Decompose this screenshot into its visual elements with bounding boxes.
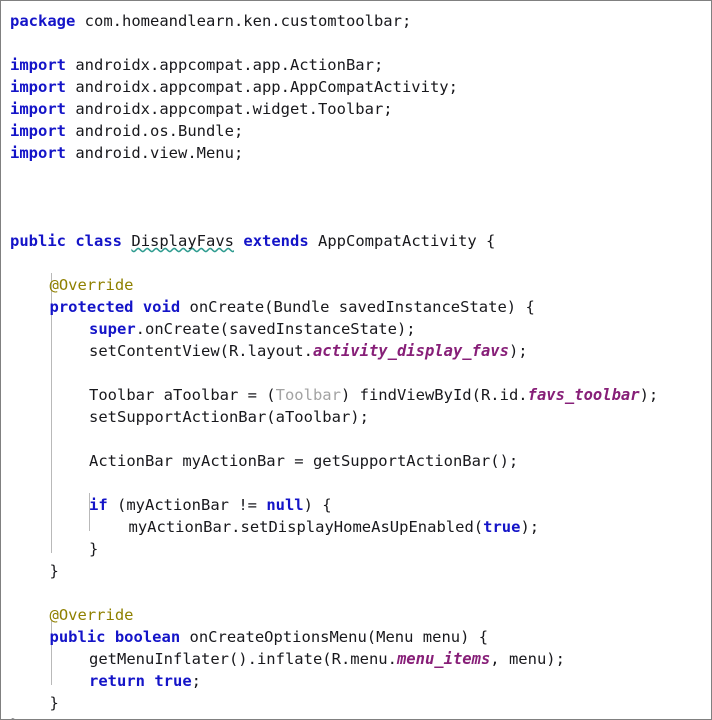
code-line[interactable]: super.onCreate(savedInstanceState);: [1, 318, 711, 340]
code-line[interactable]: }: [1, 560, 711, 582]
code-line[interactable]: [1, 362, 711, 384]
code-token-plain: ActionBar myActionBar = getSupportAction…: [89, 452, 519, 470]
code-token-plain: myActionBar.setDisplayHomeAsUpEnabled(: [128, 518, 484, 536]
code-token-plain: setSupportActionBar(aToolbar);: [89, 408, 369, 426]
code-line[interactable]: import androidx.appcompat.app.AppCompatA…: [1, 76, 711, 98]
code-token-plain: onCreateOptionsMenu(Menu menu) {: [180, 628, 489, 646]
code-token-kw: protected: [49, 298, 134, 316]
code-token-plain: Toolbar aToolbar = (: [89, 386, 276, 404]
code-token-dim: Toolbar: [275, 386, 341, 404]
code-line[interactable]: [1, 32, 711, 54]
code-token-kw: super: [89, 320, 136, 338]
code-token-kw: import: [10, 78, 66, 96]
code-token-plain: ) findViewById(R.id.: [340, 386, 528, 404]
code-token-plain: androidx.appcompat.app.AppCompatActivity…: [66, 78, 458, 96]
code-line[interactable]: }: [1, 714, 711, 719]
code-line[interactable]: getMenuInflater().inflate(R.menu.menu_it…: [1, 648, 711, 670]
code-line[interactable]: [1, 472, 711, 494]
code-token-plain: androidx.appcompat.widget.Toolbar;: [66, 100, 393, 118]
code-surface[interactable]: package com.homeandlearn.ken.customtoolb…: [1, 1, 711, 719]
code-token-res: favs_toolbar: [527, 386, 640, 404]
code-line[interactable]: [1, 164, 711, 186]
code-token-kw: import: [10, 100, 66, 118]
code-token-plain: androidx.appcompat.app.ActionBar;: [66, 56, 384, 74]
code-line[interactable]: setContentView(R.layout.activity_display…: [1, 340, 711, 362]
code-token-plain: }: [49, 562, 59, 580]
code-token-kw: public: [49, 628, 106, 646]
code-line[interactable]: public class DisplayFavs extends AppComp…: [1, 230, 711, 252]
code-token-kw: import: [10, 56, 66, 74]
code-token-plain: (myActionBar !=: [107, 496, 267, 514]
code-token-kw: package: [10, 12, 76, 30]
code-line[interactable]: [1, 186, 711, 208]
code-line[interactable]: [1, 252, 711, 274]
code-line[interactable]: Toolbar aToolbar = (Toolbar) findViewByI…: [1, 384, 711, 406]
code-token-plain: ) {: [303, 496, 332, 514]
code-token-plain: android.view.Menu;: [66, 144, 244, 162]
code-token-plain: setContentView(R.layout.: [89, 342, 313, 360]
code-token-plain: );: [520, 518, 540, 536]
code-line[interactable]: [1, 582, 711, 604]
code-token-kw: boolean: [114, 628, 181, 646]
code-token-kw: true: [483, 518, 521, 536]
code-line[interactable]: import androidx.appcompat.app.ActionBar;: [1, 54, 711, 76]
code-token-plain: );: [639, 386, 659, 404]
code-line[interactable]: protected void onCreate(Bundle savedInst…: [1, 296, 711, 318]
code-token-plain: getMenuInflater().inflate(R.menu.: [89, 650, 397, 668]
code-token-res: activity_display_favs: [312, 342, 509, 360]
code-token-plain: }: [49, 694, 59, 712]
code-token-plain: AppCompatActivity {: [308, 232, 496, 250]
code-token-kw: return: [89, 672, 145, 690]
code-token-kw: import: [10, 122, 66, 140]
code-token-kw: if: [89, 496, 108, 514]
code-line[interactable]: }: [1, 538, 711, 560]
code-line[interactable]: @Override: [1, 274, 711, 296]
code-token-kw: void: [142, 298, 181, 316]
code-line[interactable]: ActionBar myActionBar = getSupportAction…: [1, 450, 711, 472]
code-token-res: menu_items: [396, 650, 491, 668]
code-line[interactable]: }: [1, 692, 711, 714]
code-line[interactable]: import android.os.Bundle;: [1, 120, 711, 142]
code-token-kw: null: [266, 496, 304, 514]
code-token-kw: import: [10, 144, 66, 162]
code-line[interactable]: [1, 208, 711, 230]
code-line[interactable]: return true;: [1, 670, 711, 692]
code-line[interactable]: package com.homeandlearn.ken.customtoolb…: [1, 10, 711, 32]
code-line[interactable]: [1, 428, 711, 450]
code-token-kw: public: [10, 232, 66, 250]
code-line[interactable]: if (myActionBar != null) {: [1, 494, 711, 516]
code-lines-container[interactable]: package com.homeandlearn.ken.customtoolb…: [1, 10, 711, 719]
code-line[interactable]: import android.view.Menu;: [1, 142, 711, 164]
code-token-kw: true: [154, 672, 192, 690]
code-token-plain: android.os.Bundle;: [66, 122, 244, 140]
code-line[interactable]: import androidx.appcompat.widget.Toolbar…: [1, 98, 711, 120]
code-token-plain: );: [508, 342, 528, 360]
code-token-plain: , menu);: [490, 650, 565, 668]
code-line[interactable]: public boolean onCreateOptionsMenu(Menu …: [1, 626, 711, 648]
code-token-anno: @Override: [49, 606, 134, 624]
code-token-plain: com.homeandlearn.ken.customtoolbar;: [75, 12, 412, 30]
code-token-kw: extends: [243, 232, 309, 250]
code-token-plain: }: [89, 540, 99, 558]
code-token-anno: @Override: [49, 276, 134, 294]
code-token-plain: ;: [191, 672, 202, 690]
code-token-kw: class: [75, 232, 123, 250]
code-token-plain: onCreate(Bundle savedInstanceState) {: [180, 298, 535, 316]
code-line[interactable]: @Override: [1, 604, 711, 626]
code-token-plain: }: [10, 716, 19, 719]
code-line[interactable]: setSupportActionBar(aToolbar);: [1, 406, 711, 428]
code-token-err: DisplayFavs: [131, 232, 235, 250]
code-token-plain: .onCreate(savedInstanceState);: [135, 320, 416, 338]
code-editor-pane[interactable]: package com.homeandlearn.ken.customtoolb…: [0, 0, 712, 720]
code-line[interactable]: myActionBar.setDisplayHomeAsUpEnabled(tr…: [1, 516, 711, 538]
